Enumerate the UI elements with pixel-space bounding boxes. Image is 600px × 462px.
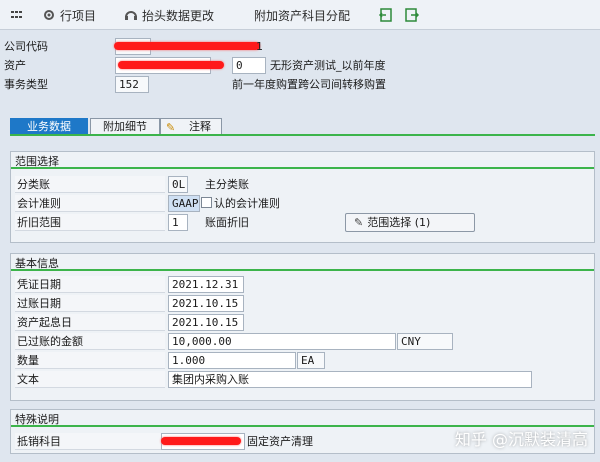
tab-notes[interactable]: ✎ 注释: [160, 118, 222, 135]
text-field[interactable]: 集团内采购入账: [168, 371, 532, 388]
company-code-suffix: 1: [256, 40, 263, 53]
tab-underline: [10, 134, 595, 136]
additional-assignment-label: 附加资产科目分配: [254, 8, 351, 23]
quantity-label: 数量: [15, 352, 165, 369]
range-selection-label: 范围选择 (1): [367, 216, 431, 229]
section-divider: [11, 167, 594, 169]
offset-account-label: 抵销科目: [15, 433, 165, 450]
posted-amount-field[interactable]: 10,000.00: [168, 333, 396, 350]
basic-info-section: 基本信息 凭证日期 2021.12.31 过账日期 2021.10.15 资产起…: [10, 253, 595, 401]
export-document-icon[interactable]: [404, 6, 420, 24]
posted-amount-label: 已过账的金额: [15, 333, 165, 350]
pencil-icon: ✎: [354, 216, 364, 229]
posting-date-field[interactable]: 2021.10.15: [168, 295, 244, 312]
accounting-principle-description: 认的会计准则: [214, 197, 280, 210]
ledger-group-description: 主分类账: [205, 178, 249, 191]
back-document-icon[interactable]: [378, 6, 394, 24]
additional-assignment-button[interactable]: 附加资产科目分配: [254, 6, 350, 24]
overview-toggle-button[interactable]: [10, 6, 28, 24]
accounting-principle-field[interactable]: GAAP: [168, 195, 200, 212]
posting-date-label: 过账日期: [15, 295, 165, 312]
company-code-label: 公司代码: [4, 40, 48, 53]
transaction-type-label: 事务类型: [4, 78, 48, 91]
asset-subnumber-field[interactable]: 0: [232, 57, 266, 74]
line-items-button[interactable]: 行项目: [42, 6, 96, 24]
section-divider: [11, 269, 594, 271]
header-change-button[interactable]: 抬头数据更改: [124, 6, 214, 24]
accounting-principle-label: 会计准则: [15, 195, 165, 212]
watermark: 知乎 @沉默装清高: [454, 430, 588, 449]
tab-business-data[interactable]: 业务数据: [10, 118, 88, 135]
line-items-label: 行项目: [60, 8, 97, 23]
depreciation-area-field[interactable]: 1: [168, 214, 188, 231]
redaction-mark: [161, 437, 241, 445]
offset-account-description: 固定资产清理: [247, 435, 313, 448]
redaction-mark: [118, 61, 224, 69]
tab-additional-details[interactable]: 附加细节: [90, 118, 160, 135]
asset-description: 无形资产测试_以前年度: [270, 59, 386, 72]
ledger-group-field[interactable]: 0L: [168, 176, 188, 193]
value-help-icon[interactable]: [201, 197, 212, 208]
tab-notes-label: 注释: [189, 120, 211, 133]
note-icon: ✎: [166, 121, 176, 134]
currency-field[interactable]: CNY: [397, 333, 453, 350]
depreciation-area-label: 折旧范围: [15, 214, 165, 231]
transaction-type-description: 前一年度购置跨公司间转移购置: [232, 78, 386, 91]
document-date-label: 凭证日期: [15, 276, 165, 293]
quantity-field[interactable]: 1.000: [168, 352, 296, 369]
text-label: 文本: [15, 371, 165, 388]
headset-icon: [124, 8, 138, 22]
grid-icon: [10, 8, 24, 22]
range-selection-button[interactable]: ✎ 范围选择 (1): [345, 213, 475, 232]
asset-value-date-field[interactable]: 2021.10.15: [168, 314, 244, 331]
asset-value-date-label: 资产起息日: [15, 314, 165, 331]
transaction-type-field[interactable]: 152: [115, 76, 149, 93]
gear-icon: [42, 8, 56, 22]
scope-section: 范围选择 分类账 0L 主分类账 会计准则 GAAP 认的会计准则 折旧范围 1…: [10, 151, 595, 243]
depreciation-area-description: 账面折旧: [205, 216, 249, 229]
application-toolbar: 行项目 抬头数据更改 附加资产科目分配: [0, 0, 600, 30]
header-change-label: 抬头数据更改: [142, 8, 215, 23]
document-date-field[interactable]: 2021.12.31: [168, 276, 244, 293]
ledger-group-label: 分类账: [15, 176, 165, 193]
redaction-mark: [114, 42, 260, 50]
asset-label: 资产: [4, 59, 26, 72]
unit-field[interactable]: EA: [297, 352, 325, 369]
